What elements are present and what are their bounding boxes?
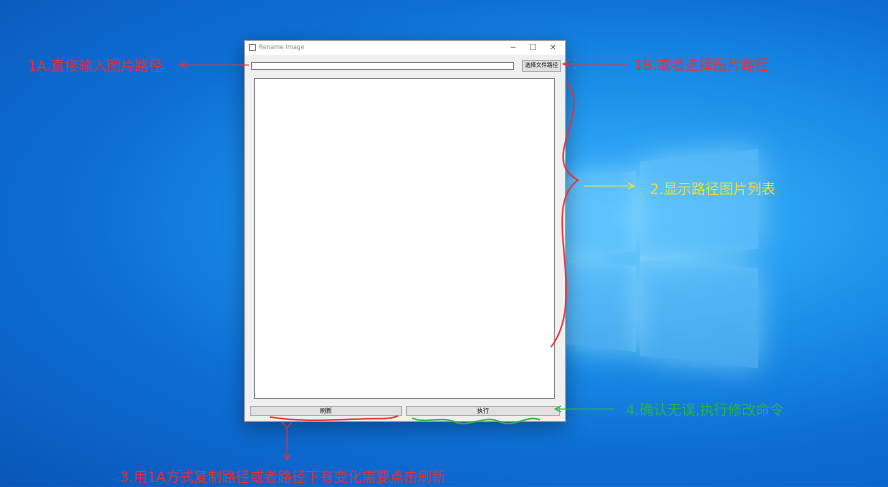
annotation-underline-execute xyxy=(411,417,541,425)
annotation-4: 4.确认无误,执行修改命令 xyxy=(626,403,784,419)
annotation-underline-refresh xyxy=(269,415,399,421)
annotation-3: 3.用1A方式复制路径或者路径下有变化需要点击刷新 xyxy=(120,470,446,486)
annotation-brace-list xyxy=(550,81,580,348)
annotation-1a: 1A.直接输入图片路径 xyxy=(28,59,163,75)
annotation-2: 2.显示路径图片列表 xyxy=(650,182,776,198)
annotation-1b: 1B.或者选择图片路径 xyxy=(634,58,769,74)
